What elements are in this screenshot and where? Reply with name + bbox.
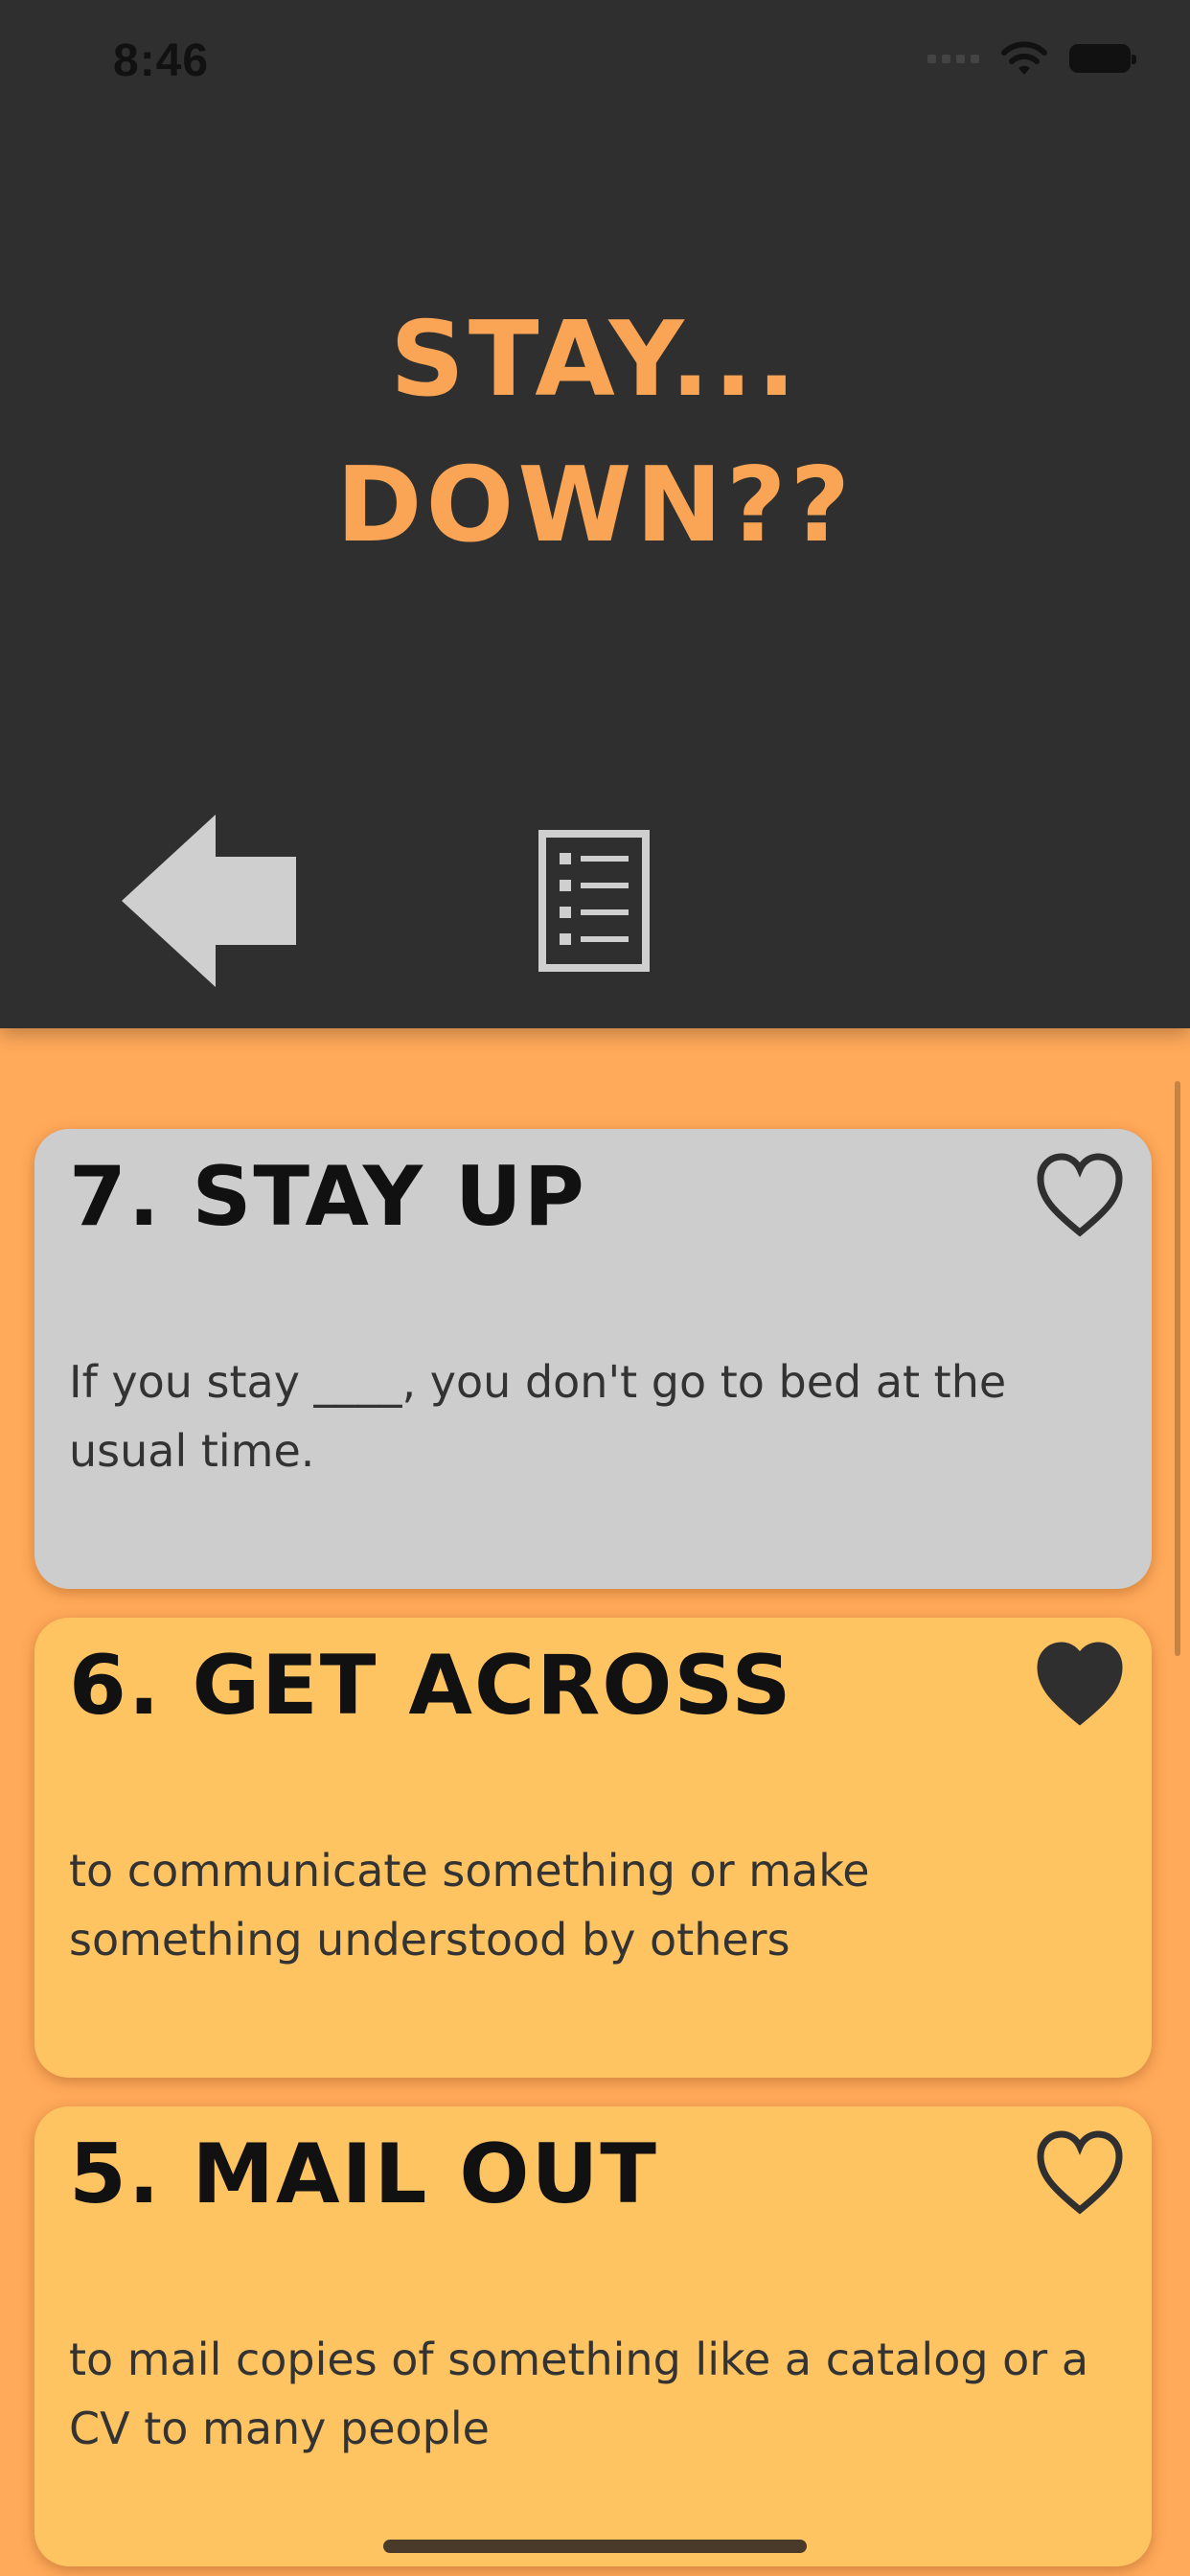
home-indicator[interactable] — [383, 2540, 807, 2553]
card-title: 5. MAIL OUT — [69, 2127, 658, 2222]
phrase-card[interactable]: 6. GET ACROSS to communicate something o… — [34, 1618, 1152, 2078]
header: 8:46 STAY... DOWN?? — [0, 0, 1190, 1028]
card-definition: to communicate something or make somethi… — [69, 1845, 870, 1966]
card-definition: If you stay ____, you don't go to bed at… — [69, 1356, 1007, 1477]
card-title: 7. STAY UP — [69, 1149, 586, 1245]
card-definition: to mail copies of something like a catal… — [69, 2334, 1089, 2454]
wifi-icon — [1001, 41, 1047, 75]
phrase-card[interactable]: 5. MAIL OUT to mail copies of something … — [34, 2106, 1152, 2566]
page-title: STAY... DOWN?? — [0, 288, 1190, 579]
heart-outline-icon[interactable] — [1035, 2129, 1125, 2216]
heart-filled-icon[interactable] — [1035, 1641, 1125, 1727]
cellular-signal-icon — [927, 54, 979, 63]
phrase-card[interactable]: 7. STAY UP If you stay ____, you don't g… — [34, 1129, 1152, 1589]
title-line-2: DOWN?? — [335, 446, 855, 565]
list-icon[interactable] — [538, 830, 650, 972]
arrow-left-icon[interactable] — [122, 815, 296, 987]
battery-icon — [1069, 44, 1136, 73]
title-line-1: STAY... — [390, 300, 800, 420]
card-title: 6. GET ACROSS — [69, 1638, 793, 1734]
heart-outline-icon[interactable] — [1035, 1152, 1125, 1238]
scrollbar[interactable] — [1175, 1081, 1180, 1656]
status-icons — [927, 40, 1136, 77]
status-time: 8:46 — [113, 35, 210, 86]
